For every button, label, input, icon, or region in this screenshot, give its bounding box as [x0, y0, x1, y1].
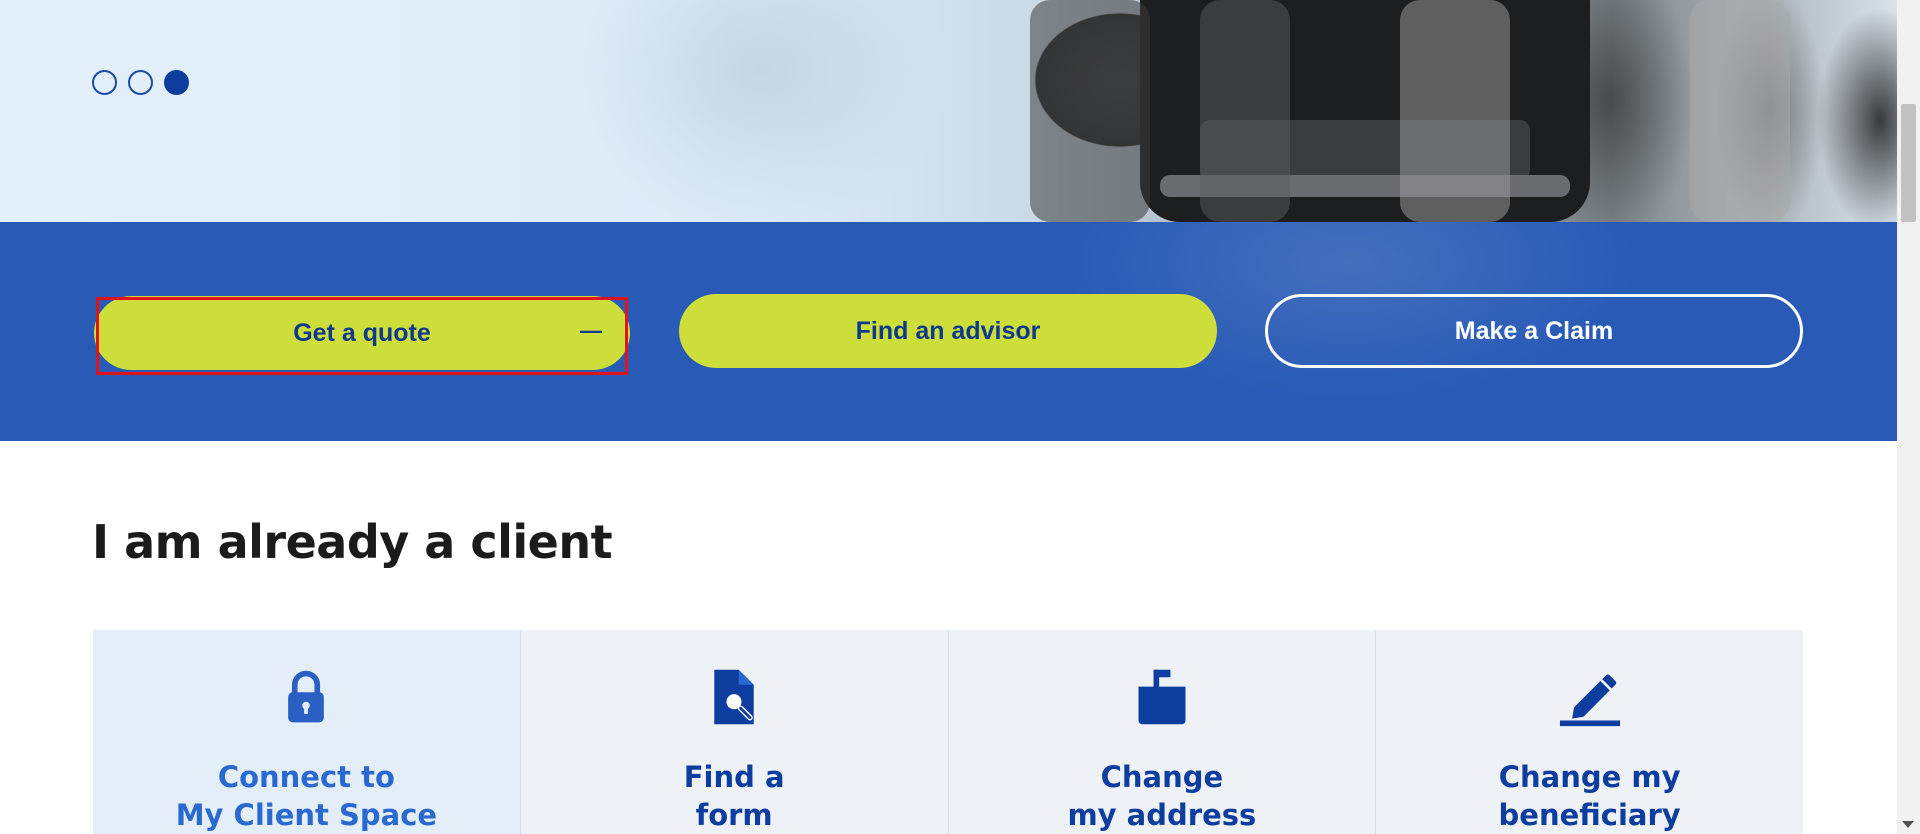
hero-person-image — [1200, 0, 1290, 222]
tile-find-a-form[interactable]: Find a form — [520, 630, 949, 834]
scroll-down-arrow-icon[interactable] — [1902, 821, 1914, 828]
find-an-advisor-button[interactable]: Find an advisor — [679, 294, 1217, 368]
get-a-quote-label: Get a quote — [293, 318, 431, 347]
document-search-icon — [714, 669, 754, 725]
section-title: I am already a client — [92, 515, 613, 569]
lock-icon — [288, 670, 325, 723]
mailbox-icon — [1138, 669, 1186, 725]
collapse-icon: — — [580, 318, 602, 343]
scrollbar-thumb[interactable] — [1901, 104, 1916, 222]
carousel-dot-3[interactable] — [164, 70, 189, 95]
tile-label: Change my beneficiary — [1498, 760, 1681, 832]
get-a-quote-button[interactable]: Get a quote — — [94, 296, 630, 370]
tile-label: Connect to My Client Space — [175, 760, 438, 832]
tile-connect-client-space[interactable]: Connect to My Client Space — [93, 630, 521, 834]
make-a-claim-label: Make a Claim — [1454, 316, 1614, 345]
tile-change-address[interactable]: Change my address — [948, 630, 1377, 834]
make-a-claim-button[interactable]: Make a Claim — [1265, 294, 1803, 368]
hero-person-image — [1030, 0, 1150, 222]
tile-change-beneficiary[interactable]: Change my beneficiary — [1376, 630, 1803, 834]
vertical-scrollbar[interactable] — [1897, 0, 1920, 834]
hero-person-image — [1400, 0, 1510, 222]
tile-label: Find a form — [683, 760, 785, 832]
hero-banner — [0, 0, 1897, 222]
carousel-dot-2[interactable] — [128, 70, 153, 95]
client-tiles: Connect to My Client Space Find a form C… — [93, 630, 1803, 834]
pencil-icon — [1559, 674, 1620, 727]
tile-label: Change my address — [1067, 760, 1257, 832]
find-an-advisor-label: Find an advisor — [855, 316, 1041, 345]
carousel-dots — [92, 70, 189, 95]
carousel-dot-1[interactable] — [92, 70, 117, 95]
hero-person-image — [1690, 0, 1790, 222]
